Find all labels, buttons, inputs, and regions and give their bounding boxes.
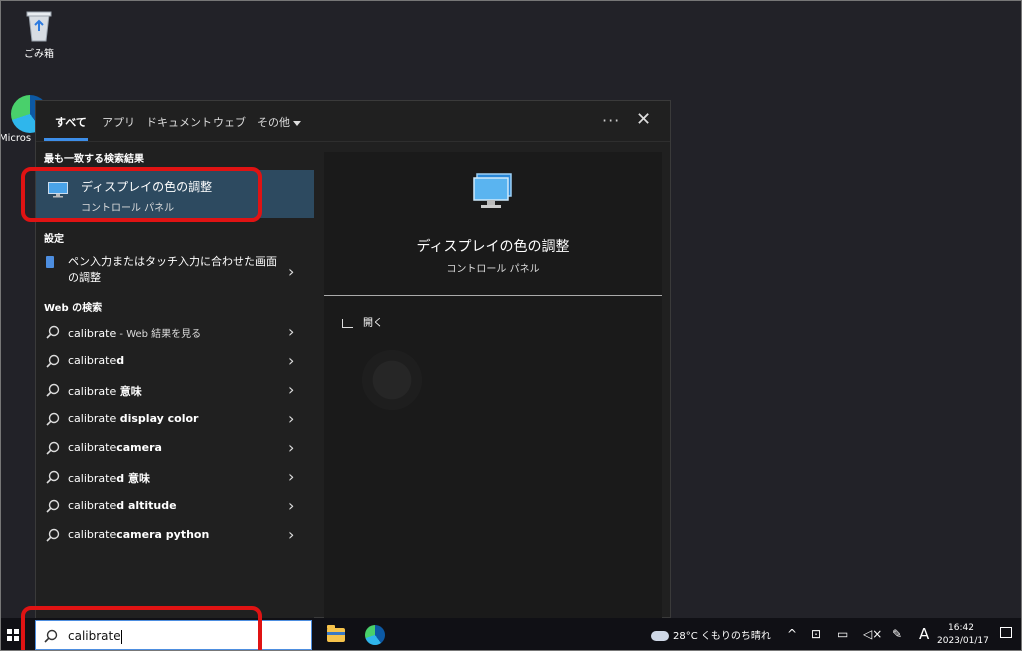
web-result-text: calibrate (68, 441, 117, 454)
windows-logo-icon (7, 629, 12, 634)
settings-result[interactable]: ペン入力またはタッチ入力に合わせた画面の調整 › (36, 254, 314, 292)
search-icon (46, 354, 60, 368)
web-result-text: calibrate (68, 528, 117, 541)
edge-icon[interactable] (365, 625, 385, 645)
preview-header: ディスプレイの色の調整 コントロール パネル (324, 152, 662, 296)
web-result-bold: 意味 (119, 385, 142, 398)
tab-apps[interactable]: アプリ (102, 114, 135, 130)
chevron-right-icon: › (288, 467, 295, 486)
web-result-text: calibrate (68, 472, 117, 485)
more-options-button[interactable]: ··· (602, 111, 620, 130)
file-explorer-icon[interactable] (327, 625, 345, 642)
web-result-row[interactable]: calibrate display color › (36, 405, 314, 433)
tab-all[interactable]: すべて (55, 114, 87, 130)
chevron-right-icon: › (288, 525, 295, 544)
clock[interactable]: 16:42 2023/01/17 (937, 622, 989, 648)
web-result-suffix: - Web 結果を見る (116, 329, 202, 340)
chevron-right-icon: › (288, 438, 295, 457)
web-result-bold: d altitude (116, 499, 177, 512)
chevron-right-icon: › (288, 496, 295, 515)
chevron-right-icon: › (288, 322, 295, 341)
web-result-bold: display color (119, 412, 199, 425)
desktop: ごみ箱 Micros すべて アプリ ドキュメント ウェブ その他 ··· ✕ … (0, 0, 1022, 651)
active-tab-indicator (44, 138, 88, 141)
tab-more-label: その他 (257, 116, 290, 129)
windows-logo-icon (7, 636, 12, 641)
web-result-row[interactable]: calibrate 意味 › (36, 376, 314, 404)
chevron-right-icon: › (288, 262, 295, 281)
search-icon (46, 441, 60, 455)
web-result-row[interactable]: calibrated › (36, 347, 314, 375)
pen-icon[interactable]: ✎ (892, 627, 902, 641)
weather-cloud-icon (651, 627, 669, 641)
tray-chevron-icon[interactable]: ^ (787, 627, 797, 641)
web-result-row[interactable]: calibrated altitude › (36, 492, 314, 520)
web-result-text: calibrate (68, 327, 117, 340)
preview-title: ディスプレイの色の調整 (416, 239, 570, 255)
open-action-label: 開く (363, 318, 383, 329)
windows-logo-icon (14, 629, 19, 634)
recycle-bin-label: ごみ箱 (24, 49, 54, 60)
chevron-right-icon: › (288, 351, 295, 370)
monitor-icon (471, 172, 517, 212)
web-result-text: calibrate (68, 354, 117, 367)
preview-pane: ディスプレイの色の調整 コントロール パネル 開く (324, 152, 662, 618)
edge-watermark-icon (362, 350, 422, 410)
web-result-text: calibrate (68, 499, 117, 512)
annotation-box-best-match (21, 167, 262, 222)
web-result-row[interactable]: calibratecamera › (36, 434, 314, 462)
best-match-heading: 最も一致する検索結果 (44, 154, 144, 165)
volume-muted-icon[interactable]: ◁× (863, 627, 882, 641)
web-result-row[interactable]: calibrated 意味 › (36, 463, 314, 491)
web-result-bold: camera python (116, 528, 210, 541)
open-action[interactable]: 開く (342, 314, 383, 329)
ime-indicator[interactable]: A (919, 625, 929, 643)
close-button[interactable]: ✕ (636, 109, 651, 130)
search-icon (46, 499, 60, 513)
windows-logo-icon (14, 636, 19, 641)
weather-temp: 28°C (673, 631, 698, 642)
search-icon (46, 528, 60, 542)
weather-widget[interactable]: 28°C くもりのち晴れ (651, 627, 771, 650)
clock-time: 16:42 (948, 623, 974, 633)
search-icon (46, 325, 60, 339)
settings-heading: 設定 (44, 234, 64, 245)
chevron-down-icon (293, 120, 301, 126)
clock-date: 2023/01/17 (937, 636, 989, 646)
tab-documents[interactable]: ドキュメント (146, 114, 212, 130)
preview-subtitle: コントロール パネル (446, 264, 540, 275)
tab-more[interactable]: その他 (257, 114, 301, 130)
web-result-text: calibrate (68, 385, 120, 398)
network-icon[interactable]: ▭ (837, 627, 848, 641)
chevron-right-icon: › (288, 409, 295, 428)
web-result-row[interactable]: calibratecamera python › (36, 521, 314, 549)
web-search-heading: Web の検索 (44, 303, 103, 314)
search-icon (46, 412, 60, 426)
web-result-bold: d 意味 (116, 472, 150, 485)
preview-divider (324, 295, 662, 296)
web-result-row[interactable]: calibrate - Web 結果を見る › (36, 318, 314, 346)
search-icon (46, 470, 60, 484)
notification-icon[interactable] (1000, 627, 1012, 638)
tab-web[interactable]: ウェブ (213, 114, 246, 130)
chevron-right-icon: › (288, 380, 295, 399)
web-result-bold: camera (116, 441, 162, 454)
recycle-bin[interactable]: ごみ箱 (9, 7, 69, 60)
open-icon (342, 318, 353, 328)
meet-now-icon[interactable]: ⊡ (811, 627, 821, 641)
annotation-box-search (21, 606, 262, 650)
start-button[interactable] (7, 629, 19, 641)
search-tabs: すべて アプリ ドキュメント ウェブ その他 ··· ✕ (36, 101, 670, 142)
settings-result-label: ペン入力またはタッチ入力に合わせた画面の調整 (68, 255, 277, 284)
web-result-text: calibrate (68, 412, 120, 425)
recycle-bin-icon (23, 7, 55, 43)
search-icon (46, 383, 60, 397)
weather-desc: くもりのち晴れ (700, 631, 771, 642)
web-result-bold: d (116, 354, 125, 367)
tablet-icon (46, 256, 54, 268)
